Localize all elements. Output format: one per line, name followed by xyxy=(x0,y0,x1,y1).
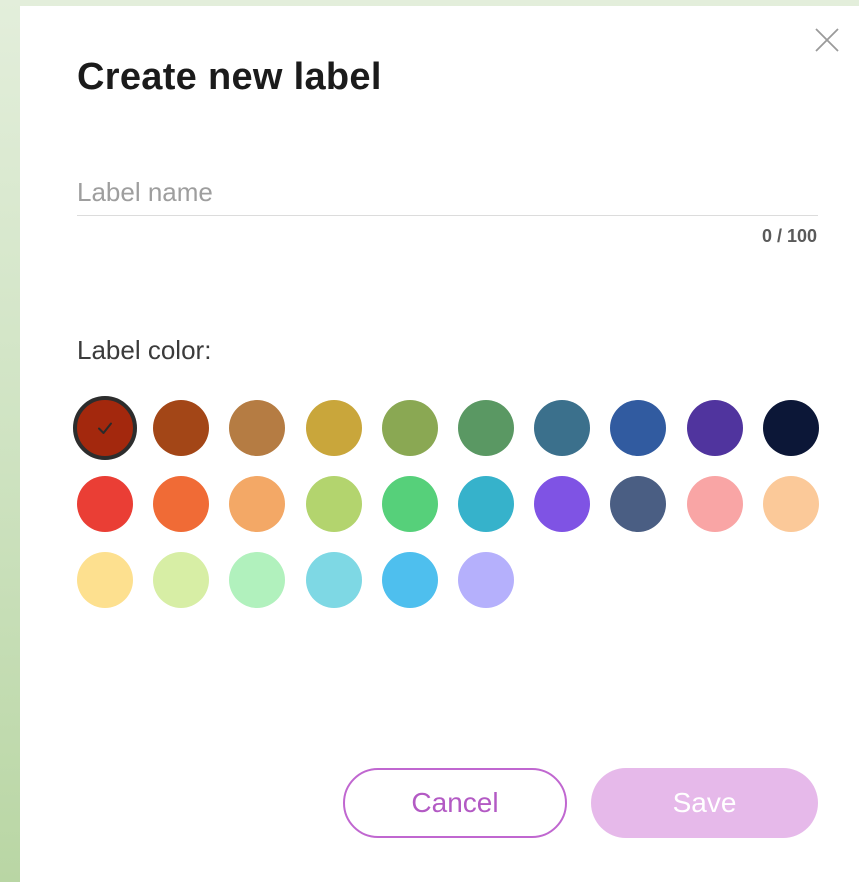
color-swatch[interactable] xyxy=(686,400,743,456)
color-swatch[interactable] xyxy=(381,400,438,456)
label-name-input[interactable] xyxy=(77,169,818,216)
color-swatch[interactable] xyxy=(686,476,743,532)
color-swatch[interactable] xyxy=(534,476,591,532)
color-swatch[interactable] xyxy=(229,400,286,456)
character-counter: 0 / 100 xyxy=(761,226,817,246)
color-swatch[interactable] xyxy=(305,476,362,532)
color-swatch[interactable] xyxy=(458,400,514,456)
color-swatch[interactable] xyxy=(610,476,667,532)
color-swatch[interactable] xyxy=(458,552,514,608)
close-icon xyxy=(815,28,839,52)
color-swatch[interactable] xyxy=(229,552,286,608)
color-swatch[interactable] xyxy=(153,476,210,532)
color-swatch[interactable] xyxy=(534,400,591,456)
color-swatch[interactable] xyxy=(77,552,133,608)
color-swatch[interactable] xyxy=(153,552,210,608)
color-swatch[interactable] xyxy=(305,400,362,456)
create-label-dialog: Create new label 0 / 100 Label color: Ca… xyxy=(20,6,859,882)
color-swatch[interactable] xyxy=(229,476,286,532)
color-swatch[interactable] xyxy=(73,396,137,460)
color-swatch[interactable] xyxy=(381,552,438,608)
color-swatch[interactable] xyxy=(77,476,133,532)
color-swatch[interactable] xyxy=(305,552,362,608)
label-color-heading: Label color: xyxy=(77,335,212,365)
check-icon xyxy=(98,422,112,434)
cancel-button[interactable]: Cancel xyxy=(343,768,567,838)
color-swatch[interactable] xyxy=(153,400,210,456)
color-swatch[interactable] xyxy=(458,476,514,532)
color-swatch[interactable] xyxy=(381,476,438,532)
close-button[interactable] xyxy=(812,25,842,55)
color-swatch[interactable] xyxy=(762,476,819,532)
dialog-title: Create new label xyxy=(77,56,382,98)
color-swatch[interactable] xyxy=(610,400,667,456)
color-swatch[interactable] xyxy=(762,400,819,456)
save-button[interactable]: Save xyxy=(591,768,818,838)
